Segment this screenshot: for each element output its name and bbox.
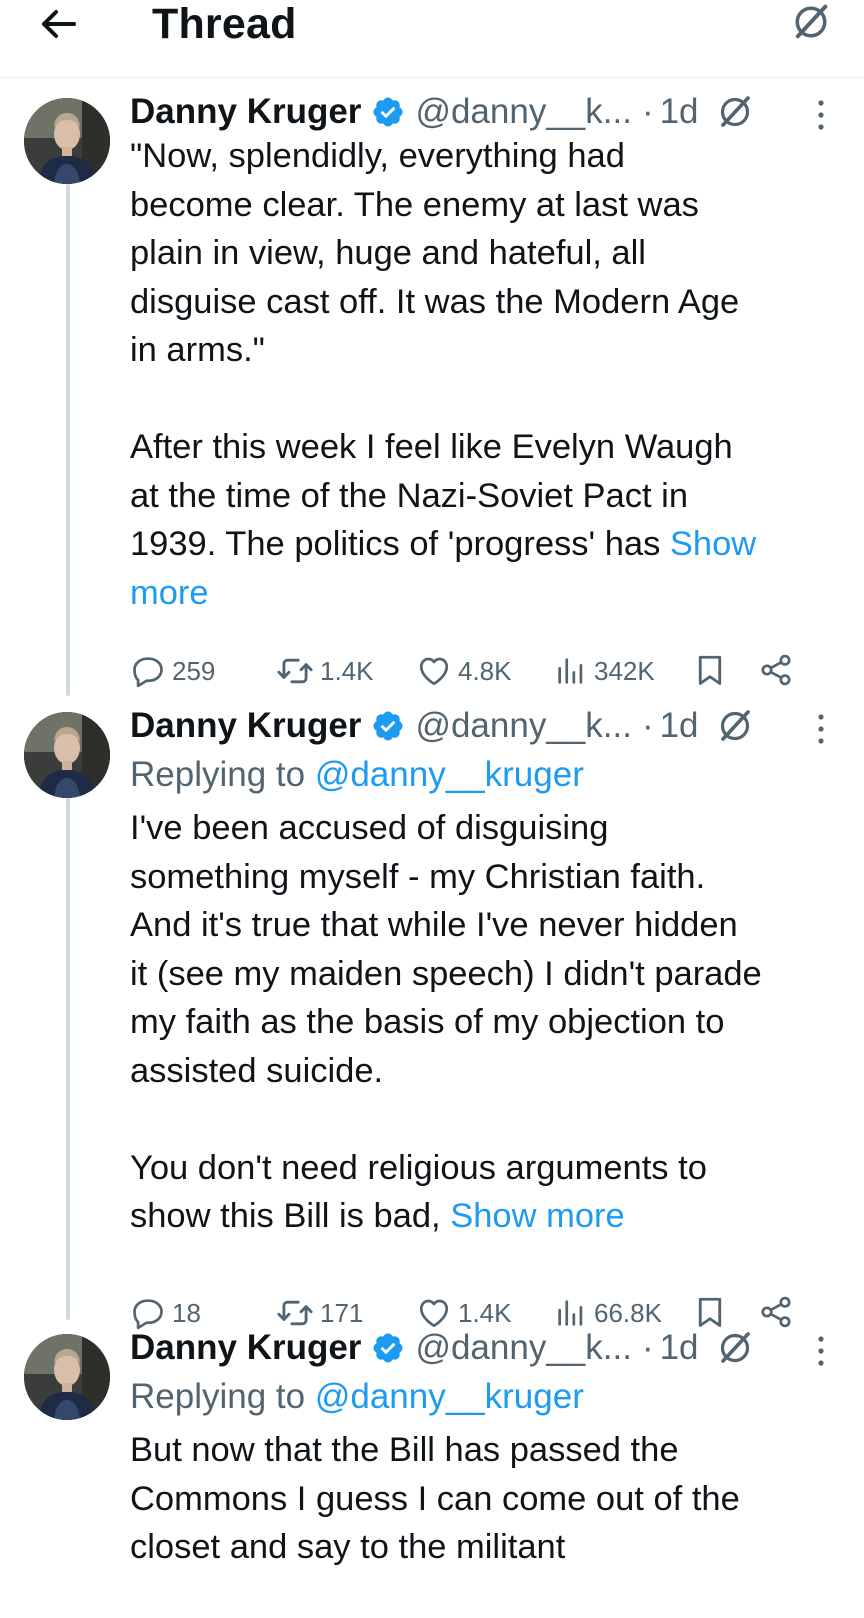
author-name[interactable]: Danny Kruger xyxy=(130,1325,361,1371)
timestamp[interactable]: 1d xyxy=(660,89,699,135)
replying-to-link[interactable]: @danny__kruger xyxy=(315,1377,584,1416)
timestamp[interactable]: 1d xyxy=(660,703,699,749)
repost-count: 1.4K xyxy=(320,655,374,686)
tweet-text-content: But now that the Bill has passed the Com… xyxy=(130,1431,740,1566)
tweet-text-content: I've been accused of disguising somethin… xyxy=(130,809,762,1235)
grok-icon[interactable] xyxy=(786,0,836,44)
like-count: 4.8K xyxy=(458,655,512,686)
replying-prefix: Replying to xyxy=(130,1377,315,1416)
tweet-header: Danny Kruger @danny__k... · 1d xyxy=(130,1324,830,1372)
tweet-actions: 259 1.4K 4.8K 342K xyxy=(130,648,830,694)
arrow-left-icon[interactable] xyxy=(36,2,82,46)
author-name[interactable]: Danny Kruger xyxy=(130,703,361,749)
avatar[interactable] xyxy=(24,1334,110,1420)
verified-badge-icon xyxy=(371,1331,405,1365)
repost-button[interactable]: 1.4K xyxy=(276,648,374,694)
reply-button[interactable]: 259 xyxy=(130,648,215,694)
more-vertical-icon[interactable] xyxy=(814,712,828,746)
bookmark-icon[interactable] xyxy=(692,652,728,688)
tweet-text: But now that the Bill has passed the Com… xyxy=(130,1426,840,1572)
author-handle[interactable]: @danny__k... xyxy=(415,1325,632,1371)
tweet-header: Danny Kruger @danny__k... · 1d xyxy=(130,88,830,136)
page-title: Thread xyxy=(152,0,297,48)
replying-to-link[interactable]: @danny__kruger xyxy=(315,755,584,794)
like-button[interactable]: 4.8K xyxy=(416,648,512,694)
timestamp[interactable]: 1d xyxy=(660,1325,699,1371)
separator-dot: · xyxy=(641,1328,654,1367)
show-more-link[interactable]: Show more xyxy=(450,1197,625,1235)
thread-connector xyxy=(66,184,70,696)
more-vertical-icon[interactable] xyxy=(814,98,828,132)
tweet-text: I've been accused of disguising somethin… xyxy=(130,804,840,1241)
views-button[interactable]: 342K xyxy=(554,648,655,694)
views-bar-chart-icon xyxy=(554,654,588,688)
verified-badge-icon xyxy=(371,95,405,129)
thread-connector xyxy=(66,798,70,1320)
replying-to: Replying to @danny__kruger xyxy=(130,752,584,798)
separator-dot: · xyxy=(641,706,654,745)
tweet-header: Danny Kruger @danny__k... · 1d xyxy=(130,702,830,750)
tweet-text-content: "Now, splendidly, everything had become … xyxy=(130,137,740,563)
top-bar: Thread xyxy=(0,0,864,78)
reply-count: 259 xyxy=(172,655,216,686)
views-count: 342K xyxy=(594,655,655,686)
heart-icon xyxy=(416,653,452,689)
author-handle[interactable]: @danny__k... xyxy=(415,703,632,749)
separator-dot: · xyxy=(641,92,654,131)
tweet-text: "Now, splendidly, everything had become … xyxy=(130,132,840,617)
author-handle[interactable]: @danny__k... xyxy=(415,89,632,135)
author-name[interactable]: Danny Kruger xyxy=(130,89,361,135)
verified-badge-icon xyxy=(371,709,405,743)
grok-icon[interactable] xyxy=(715,706,755,746)
reply-bubble-icon xyxy=(130,653,166,689)
grok-icon[interactable] xyxy=(715,1328,755,1368)
avatar[interactable] xyxy=(24,712,110,798)
replying-prefix: Replying to xyxy=(130,755,315,794)
share-icon[interactable] xyxy=(758,652,794,688)
more-vertical-icon[interactable] xyxy=(814,1334,828,1368)
repost-icon xyxy=(276,652,314,690)
grok-icon[interactable] xyxy=(715,92,755,132)
replying-to: Replying to @danny__kruger xyxy=(130,1374,584,1420)
avatar[interactable] xyxy=(24,98,110,184)
